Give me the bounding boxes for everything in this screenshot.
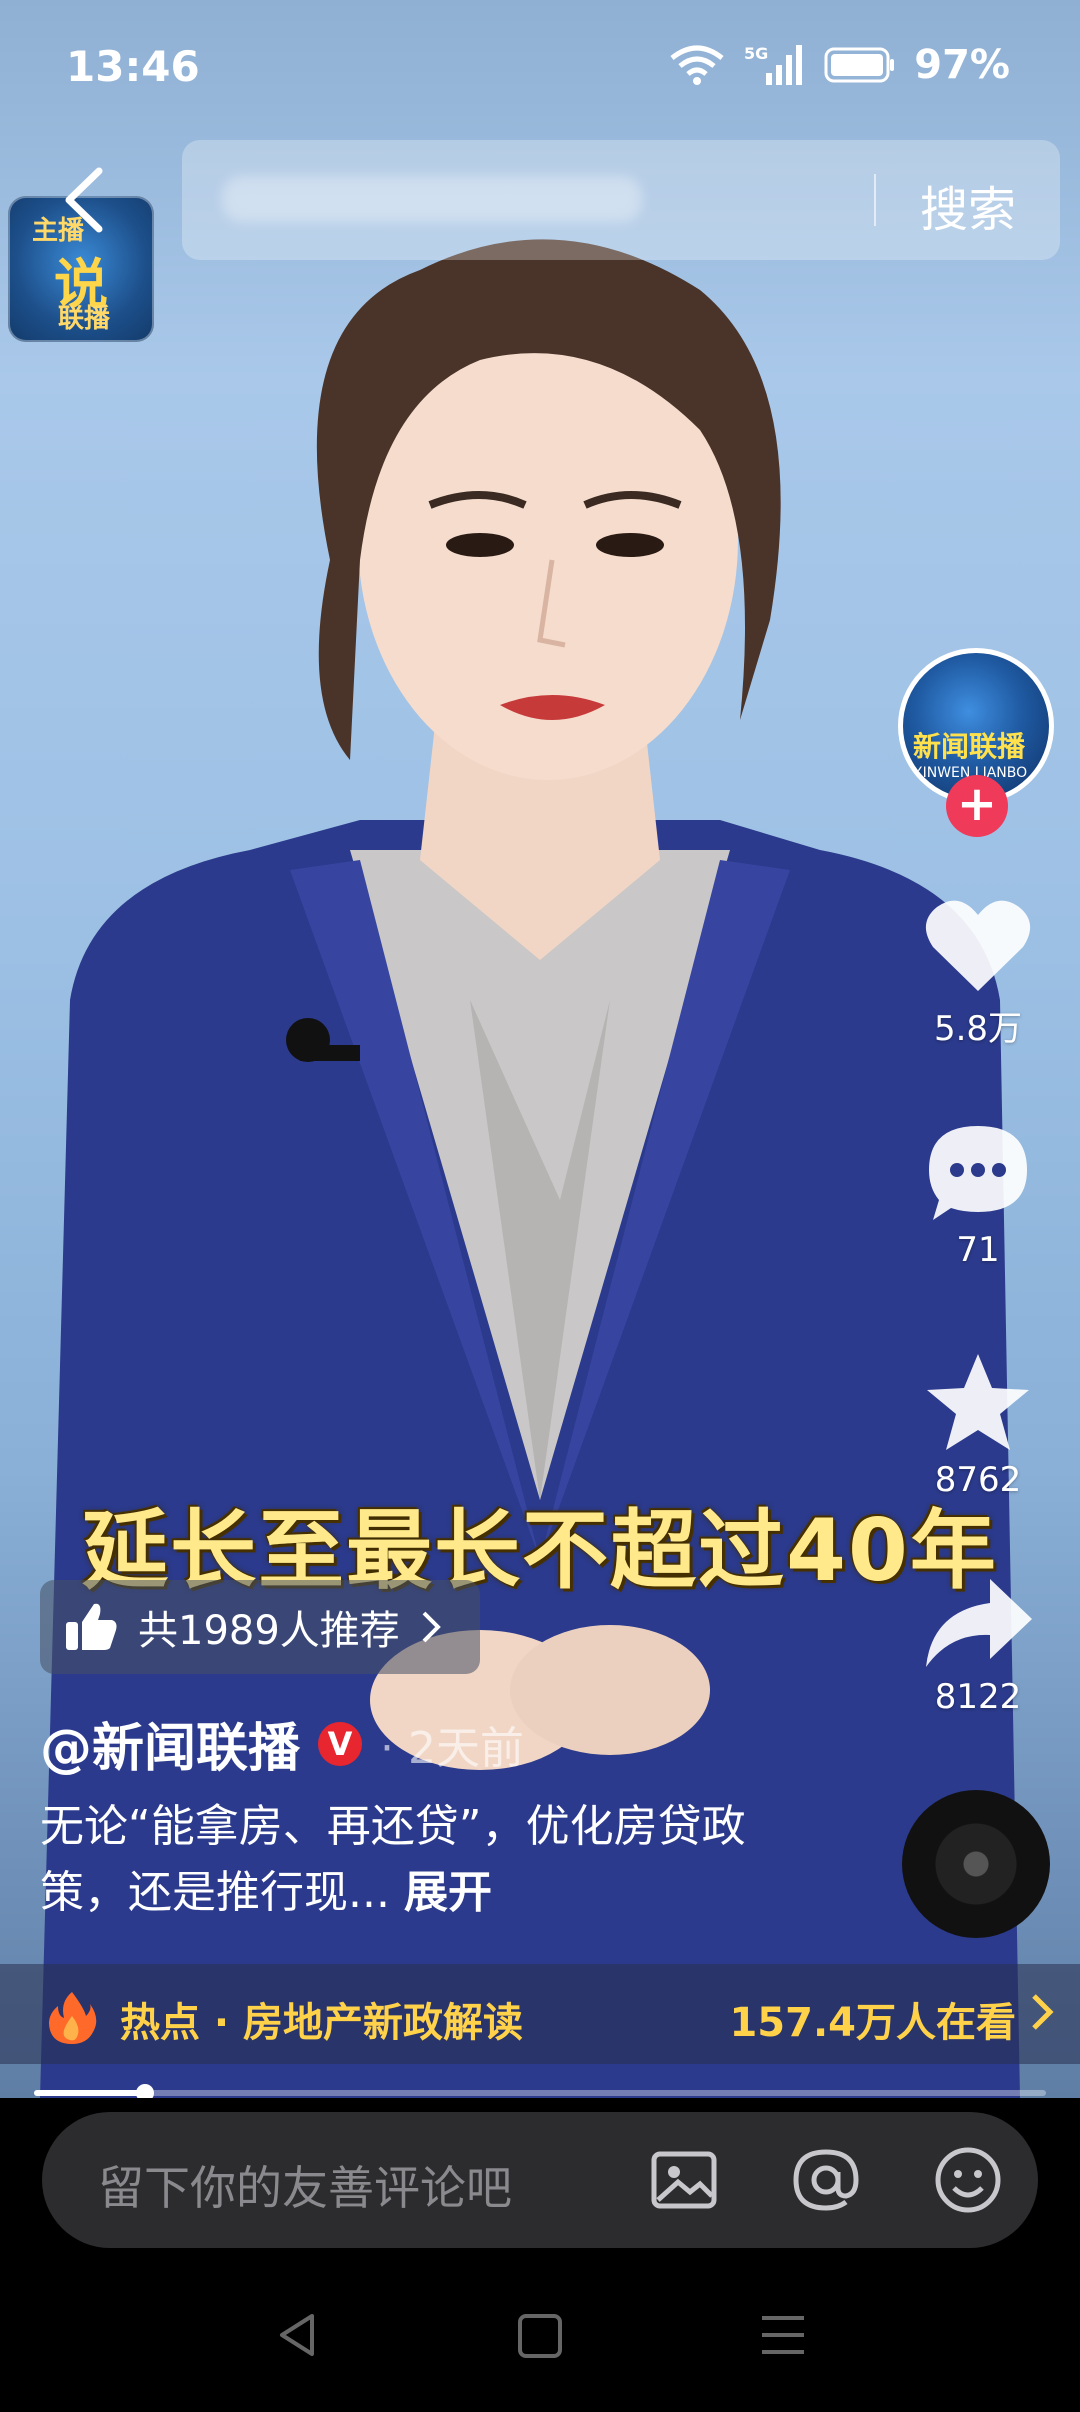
search-suggestion-blurred — [222, 176, 642, 222]
at-mention-icon[interactable] — [790, 2144, 862, 2216]
battery-icon — [824, 47, 895, 83]
comment-count: 71 — [956, 1230, 1000, 1270]
progress-knob[interactable] — [136, 2084, 155, 2098]
star-icon — [927, 1354, 1029, 1450]
thumbs-up-icon — [66, 1603, 117, 1650]
nav-menu-icon[interactable] — [758, 2310, 808, 2360]
comment-placeholder[interactable]: 留下你的友善评论吧 — [98, 2152, 512, 2218]
video-description: 无论“能拿房、再还贷”，优化房贷政策，还是推行现... 展开 — [40, 1794, 760, 1926]
video-player[interactable]: 13:46 5G 97% 主播 说 联播 搜索 新闻联播 XINWEN LIAN… — [0, 0, 1080, 2098]
nav-back-icon[interactable] — [272, 2310, 322, 2360]
image-icon[interactable] — [648, 2144, 720, 2216]
wifi-icon — [670, 45, 724, 85]
nav-home-icon[interactable] — [516, 2310, 564, 2360]
emoji-icon[interactable] — [932, 2144, 1004, 2216]
fire-icon — [49, 1992, 97, 2044]
chevron-right-icon — [1032, 1994, 1054, 2030]
like-count: 5.8万 — [933, 1009, 1023, 1049]
heart-icon — [925, 900, 1031, 991]
avatar-title: 新闻联播 — [913, 730, 1026, 763]
search-divider — [874, 174, 876, 226]
recommend-pill[interactable]: 共1989人推荐 — [40, 1580, 480, 1674]
status-bar: 13:46 5G 97% — [0, 0, 1080, 140]
hot-topic-label: 热点 · 房地产新政解读 — [120, 2000, 524, 2046]
hot-topic-bar[interactable]: 热点 · 房地产新政解读 157.4万人在看 — [0, 1964, 1080, 2064]
logo-text-3: 联播 — [58, 304, 111, 334]
hot-topic-viewers: 157.4万人在看 — [729, 2000, 1016, 2046]
favorite-button[interactable]: 8762 — [900, 1350, 1056, 1500]
status-time: 13:46 — [66, 42, 200, 91]
expand-link[interactable]: 展开 — [404, 1867, 492, 1918]
search-button[interactable]: 搜索 — [920, 170, 1016, 240]
follow-plus-button[interactable]: + — [946, 775, 1008, 837]
comment-button[interactable]: 71 — [900, 1120, 1056, 1270]
progress-fill — [34, 2090, 146, 2096]
cellular-signal-icon: 5G — [744, 44, 803, 85]
video-progress-bar[interactable] — [34, 2084, 1046, 2098]
svg-text:5G: 5G — [744, 44, 768, 63]
comment-input-bar[interactable]: 留下你的友善评论吧 — [42, 2112, 1038, 2248]
system-navigation-bar — [0, 2262, 1080, 2412]
verified-badge: V — [318, 1721, 363, 1766]
post-time: · 2天前 — [380, 1722, 524, 1774]
comment-bubble-icon — [929, 1126, 1027, 1220]
author-name[interactable]: @新闻联播 — [40, 1706, 300, 1781]
recommend-label: 共1989人推荐 — [138, 1608, 400, 1654]
battery-percent: 97% — [914, 42, 1010, 88]
share-count: 8122 — [934, 1677, 1022, 1717]
music-disc-icon[interactable] — [902, 1790, 1050, 1938]
description-text: 无论“能拿房、再还贷”，优化房贷政策，还是推行现... — [40, 1801, 746, 1918]
like-button[interactable]: 5.8万 — [900, 895, 1056, 1050]
chevron-right-icon — [422, 1611, 441, 1643]
search-bar[interactable]: 搜索 — [182, 140, 1060, 260]
back-arrow-icon[interactable] — [55, 165, 115, 235]
author-line: @新闻联播 V · 2天前 — [40, 1706, 524, 1781]
